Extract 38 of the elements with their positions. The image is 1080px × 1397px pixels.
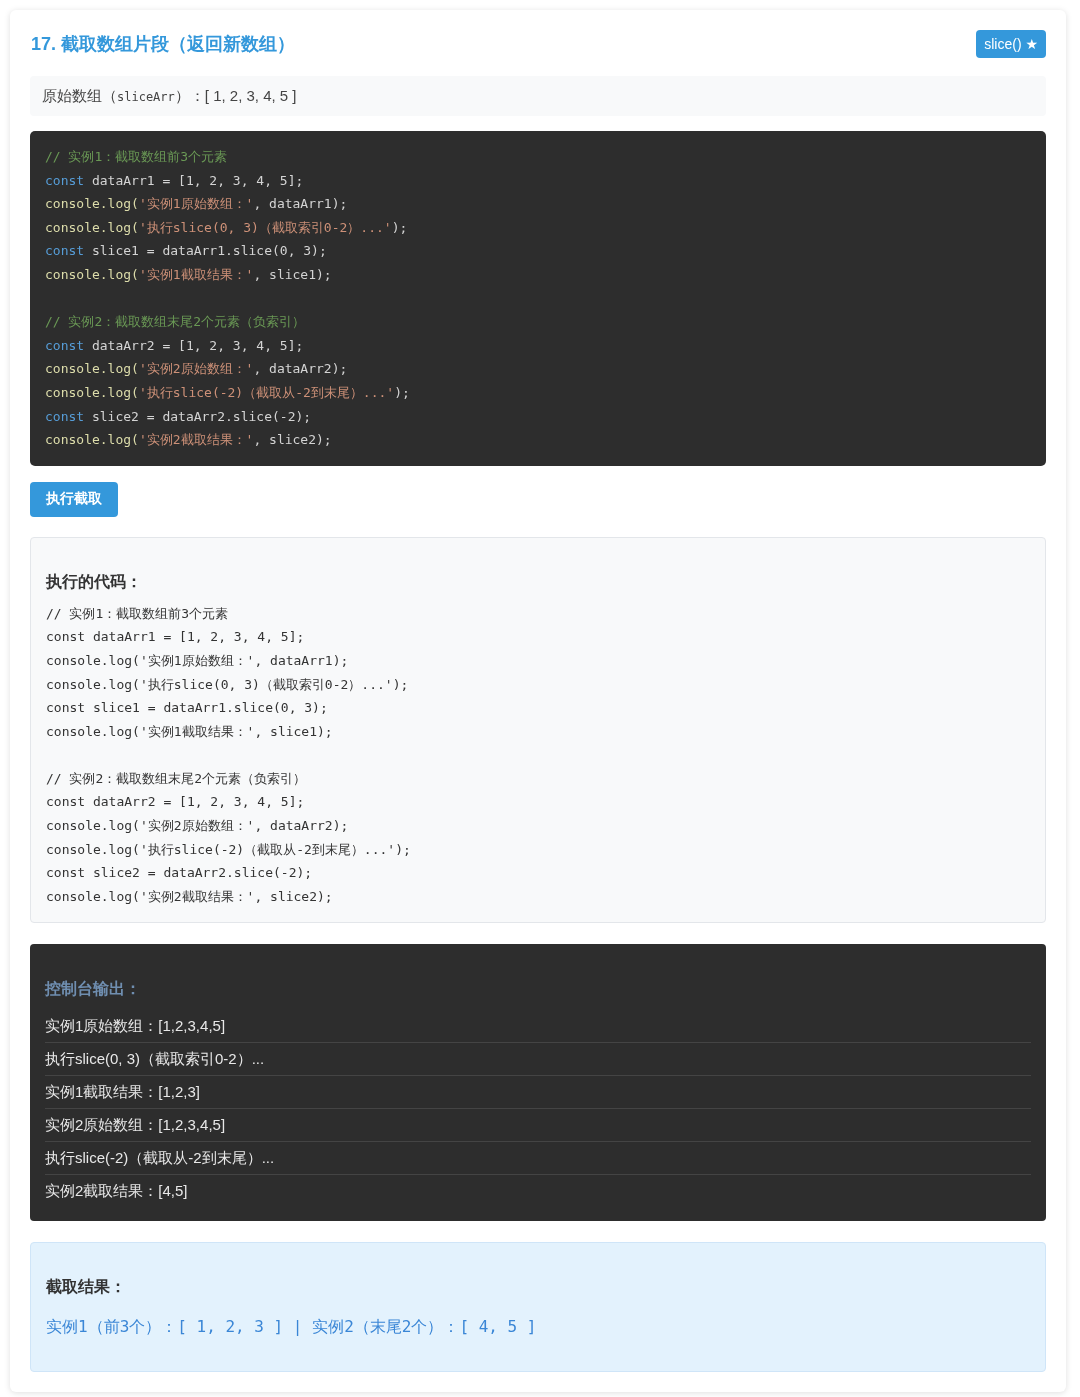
code-line: console.log('实例2截取结果：', slice2); [46,887,334,906]
code-line: console.log('实例1原始数组：', dataArr1); [46,651,350,670]
code-line: // 实例1：截取数组前3个元素 [46,604,230,623]
code-line: console.log('实例1截取结果：', slice1); [46,722,334,741]
run-button[interactable]: 执行截取 [30,481,118,517]
code-line: const dataArr1 = [1, 2, 3, 4, 5]; [46,628,306,647]
console-line: 实例1原始数组：[1,2,3,4,5] [45,1010,1031,1044]
code-line: // 实例2：截取数组末尾2个元素（负索引） [45,313,307,332]
method-badge: slice() ★ [976,30,1046,58]
console-line: 执行slice(-2)（截取从-2到末尾）... [45,1142,1031,1176]
code-line: console.log('实例2截取结果：', slice2); [45,431,333,450]
code-line: const slice1 = dataArr1.slice(0, 3); [45,242,328,261]
code-line: const slice2 = dataArr2.slice(-2); [45,407,313,426]
code-line: console.log('执行slice(-2)（截取从-2到末尾）...'); [46,840,412,859]
result-heading: 截取结果： [46,1277,127,1298]
code-line: console.log('执行slice(0, 3)（截取索引0-2）...'); [45,218,409,237]
code-line: console.log('执行slice(0, 3)（截取索引0-2）...'); [46,675,410,694]
array-summary: 原始数组（sliceArr）：[ 1, 2, 3, 4, 5 ] [30,76,1046,116]
code-line: console.log('执行slice(-2)（截取从-2到末尾）...'); [45,383,411,402]
code-line: console.log('实例2原始数组：', dataArr2); [45,360,349,379]
code-line: const dataArr2 = [1, 2, 3, 4, 5]; [45,336,305,355]
console-line: 实例1截取结果：[1,2,3] [45,1076,1031,1110]
section-title: 17. 截取数组片段（返回新数组） [31,33,296,56]
console-line: 实例2原始数组：[1,2,3,4,5] [45,1109,1031,1143]
code-line: console.log('实例1截取结果：', slice1); [45,265,333,284]
code-line: // 实例2：截取数组末尾2个元素（负索引） [46,769,308,788]
code-line: console.log('实例2原始数组：', dataArr2); [46,817,350,836]
code-line: const slice2 = dataArr2.slice(-2); [46,864,314,883]
console-line: 实例2截取结果：[4,5] [45,1181,189,1202]
panel-heading: 执行的代码： [46,571,143,592]
console-line: 执行slice(0, 3)（截取索引0-2）... [45,1043,1031,1077]
code-line: console.log('实例1原始数组：', dataArr1); [45,195,349,214]
console-heading: 控制台输出： [45,979,142,1000]
code-line: const dataArr1 = [1, 2, 3, 4, 5]; [45,171,305,190]
code-line: const dataArr2 = [1, 2, 3, 4, 5]; [46,793,306,812]
code-line: const slice1 = dataArr1.slice(0, 3); [46,699,329,718]
result-text: 实例1（前3个）：[ 1, 2, 3 ] | 实例2（末尾2个）：[ 4, 5 ] [46,1316,538,1339]
code-line: // 实例1：截取数组前3个元素 [45,148,229,166]
